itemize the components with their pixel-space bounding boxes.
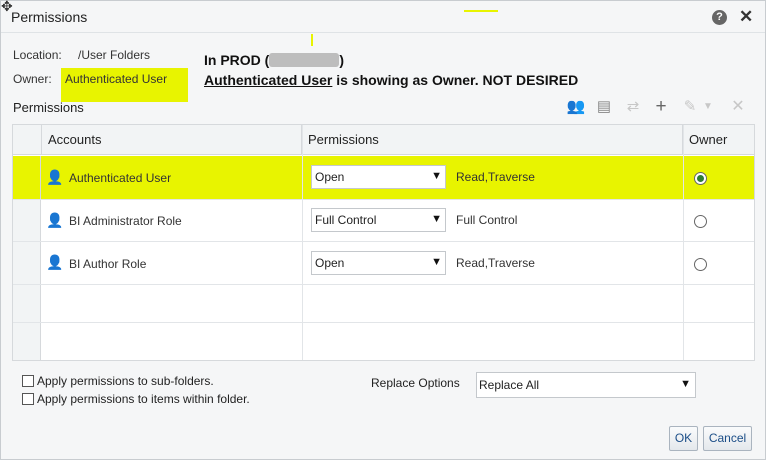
permission-value: Open (315, 256, 345, 270)
dropdown-arrow-icon: ▼ (431, 170, 442, 182)
annotation-line1: In PROD () (204, 52, 344, 68)
dropdown-arrow-icon: ▼ (680, 378, 691, 390)
account-name: BI Author Role (69, 257, 147, 271)
owner-radio[interactable] (694, 215, 707, 228)
owner-radio[interactable] (694, 258, 707, 271)
replace-options-label: Replace Options (371, 376, 460, 390)
empty-row (13, 285, 754, 323)
dropdown-arrow-icon: ▼ (431, 213, 442, 225)
header-accounts[interactable]: Accounts (42, 125, 302, 155)
row-gutter (13, 156, 41, 199)
close-icon[interactable]: ✕ (739, 7, 753, 27)
redacted-block (269, 53, 340, 67)
delete-icon[interactable]: ✕ (728, 97, 748, 117)
row-gutter (13, 323, 41, 360)
permission-select[interactable]: Open ▼ (311, 251, 446, 275)
title-bar: Permissions ? ✕ (1, 1, 765, 33)
empty-row (13, 323, 754, 360)
permission-detail: Full Control (456, 213, 518, 227)
dialog-title: Permissions (11, 9, 88, 25)
dropdown-arrow-icon: ▼ (431, 256, 442, 268)
permissions-table: Accounts Permissions Owner 👤 Authenticat… (12, 124, 755, 361)
highlight-mark (464, 10, 498, 12)
permissions-section-title: Permissions (13, 100, 84, 115)
row-gutter (13, 285, 41, 322)
user-key-icon: 👤 (46, 212, 64, 228)
add-roles-icon[interactable]: ▤ (594, 97, 614, 117)
permission-select[interactable]: Open ▼ (311, 165, 446, 189)
row-gutter (13, 242, 41, 284)
highlight-mark (311, 34, 313, 46)
apply-items-checkbox[interactable] (22, 393, 34, 405)
owner-label: Owner: (13, 72, 52, 86)
table-row[interactable]: 👤 BI Administrator Role Full Control ▼ F… (13, 200, 754, 242)
user-key-icon: 👤 (46, 254, 64, 270)
permission-detail: Read,Traverse (456, 256, 535, 270)
add-users-icon[interactable]: 👥 (566, 97, 586, 117)
column-divider (683, 125, 684, 360)
edit-dropdown-icon[interactable]: ▼ (698, 97, 718, 117)
add-icon[interactable]: + (651, 97, 671, 117)
annotation-suffix: ) (339, 52, 345, 68)
replace-options-value: Replace All (479, 378, 540, 392)
move-cursor-icon: ✥ (1, 0, 13, 14)
transfer-icon[interactable]: ⇄ (623, 97, 643, 117)
row-gutter (13, 200, 41, 241)
annotation-underlined: Authenticated User (204, 72, 333, 88)
permission-detail: Read,Traverse (456, 170, 535, 184)
help-icon[interactable]: ? (712, 10, 727, 25)
location-value: /User Folders (78, 48, 151, 62)
owner-value: Authenticated User (65, 72, 168, 86)
account-name: BI Administrator Role (69, 214, 182, 228)
permission-select[interactable]: Full Control ▼ (311, 208, 446, 232)
ok-button[interactable]: OK (669, 426, 698, 451)
table-row[interactable]: 👤 BI Author Role Open ▼ Read,Traverse (13, 242, 754, 285)
permission-value: Full Control (315, 213, 377, 227)
replace-options-select[interactable]: Replace All ▼ (476, 372, 696, 398)
edit-icon[interactable]: ✎ (680, 97, 700, 117)
cancel-button[interactable]: Cancel (703, 426, 752, 451)
header-permissions[interactable]: Permissions (302, 125, 683, 155)
header-owner[interactable]: Owner (683, 125, 754, 155)
account-name: Authenticated User (69, 171, 172, 185)
annotation-prefix: In PROD ( (204, 52, 270, 68)
apply-items-label: Apply permissions to items within folder… (37, 392, 250, 406)
permissions-dialog: Permissions ? ✕ ✥ Location: /User Folder… (0, 0, 766, 460)
header-gutter (13, 125, 42, 155)
annotation-rest: is showing as Owner. NOT DESIRED (332, 72, 579, 88)
user-key-icon: 👤 (46, 169, 64, 185)
permission-value: Open (315, 170, 345, 184)
owner-radio[interactable] (694, 172, 707, 185)
column-divider (302, 125, 303, 360)
annotation-line2: Authenticated User is showing as Owner. … (204, 72, 578, 88)
apply-subfolders-checkbox[interactable] (22, 375, 34, 387)
location-label: Location: (13, 48, 62, 62)
table-row[interactable]: 👤 Authenticated User Open ▼ Read,Travers… (13, 156, 754, 200)
apply-subfolders-label: Apply permissions to sub-folders. (37, 374, 214, 388)
